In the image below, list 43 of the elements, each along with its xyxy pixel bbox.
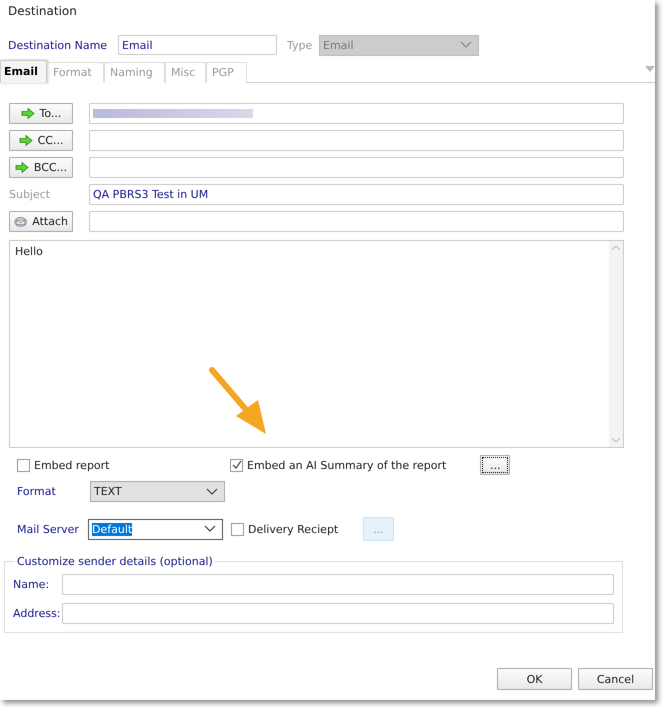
field-label: Mail Server: [17, 522, 80, 536]
tab[interactable]: Email: [0, 60, 47, 83]
ai-summary-options-button[interactable]: ...: [480, 455, 510, 475]
chevron-down-icon: [206, 488, 218, 496]
recipient-field[interactable]: [89, 157, 624, 178]
scrollbar[interactable]: [609, 241, 623, 447]
attach-button[interactable]: Attach: [9, 211, 73, 232]
format-dropdown[interactable]: TEXT: [90, 481, 225, 502]
chevron-up-icon[interactable]: [612, 245, 620, 250]
chevron-down-icon: [460, 41, 472, 49]
dropdown-arrow-icon[interactable]: [645, 66, 655, 72]
recipient-button[interactable]: CC...: [9, 130, 73, 151]
field-label: Destination Name: [7, 38, 108, 52]
recipient-button[interactable]: To...: [9, 103, 73, 124]
arrow-right-icon: [14, 162, 29, 173]
window-title: Destination: [7, 3, 78, 20]
field-label: Format: [17, 485, 57, 498]
embed-report-checkbox[interactable]: Embed report: [17, 458, 230, 472]
destination-name-field[interactable]: Email: [118, 35, 277, 55]
sender-field[interactable]: [62, 574, 614, 595]
message-body-field[interactable]: Hello: [9, 240, 624, 448]
recipient-field[interactable]: [89, 130, 624, 151]
dialog-button[interactable]: Cancel: [578, 668, 653, 690]
embed-ai-summary-checkbox[interactable]: Embed an AI Summary of the report: [230, 458, 446, 472]
recipient-button[interactable]: BCC...: [9, 157, 73, 178]
field-label: Type: [287, 38, 314, 52]
envelope-icon: [14, 215, 28, 228]
chevron-down-icon[interactable]: [612, 438, 620, 443]
recipient-field[interactable]: [89, 103, 624, 124]
recipient-field[interactable]: [89, 211, 624, 232]
arrow-right-icon: [20, 108, 35, 119]
group-title: Customize sender details (optional): [16, 555, 214, 568]
chevron-down-icon: [204, 525, 216, 533]
dialog-button[interactable]: OK: [497, 668, 572, 690]
field-label: Address:: [13, 607, 62, 620]
delivery-receipt-checkbox[interactable]: Delivery Reciept: [231, 522, 361, 536]
recipient-field[interactable]: QA PBRS3 Test in UM: [89, 184, 624, 205]
arrow-right-icon: [18, 135, 33, 146]
field-label: Subject: [9, 188, 52, 201]
checkmark-icon: [232, 460, 242, 470]
field-label: Name:: [13, 578, 50, 591]
sender-field[interactable]: [62, 603, 614, 624]
mail-server-dropdown[interactable]: Default: [88, 518, 223, 540]
